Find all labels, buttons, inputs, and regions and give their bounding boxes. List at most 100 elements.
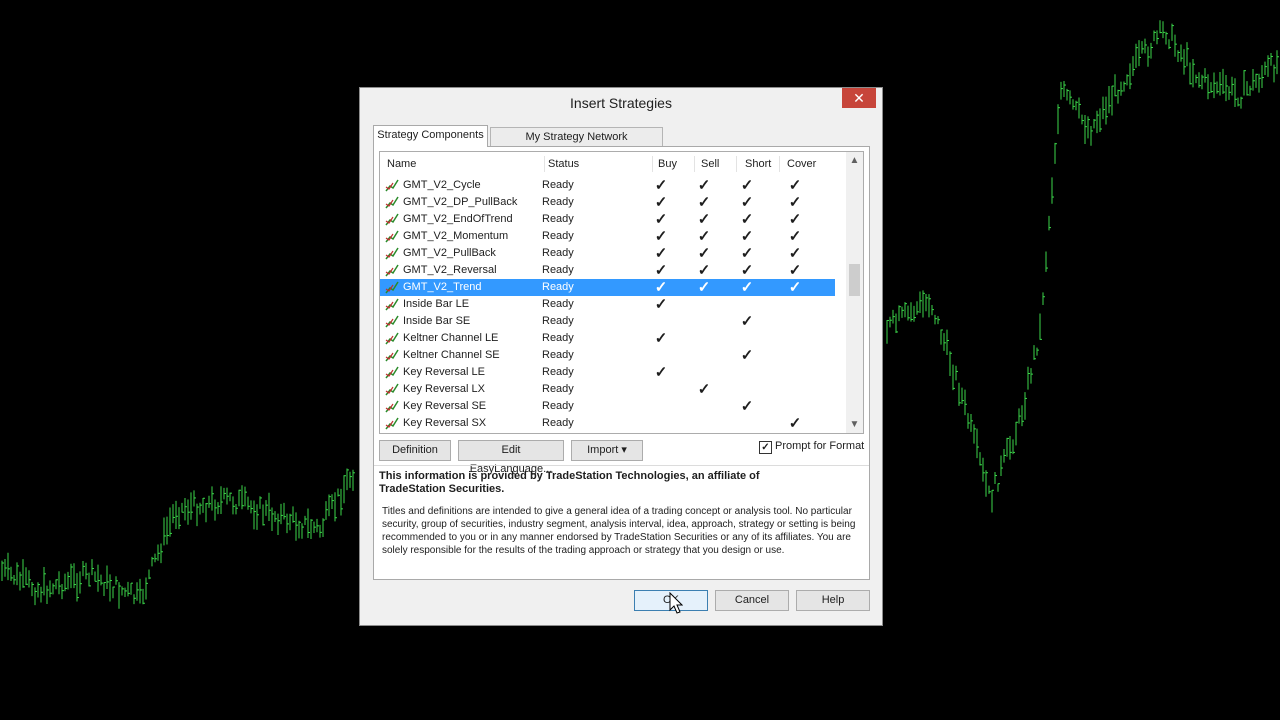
edit-easylanguage-button[interactable]: Edit EasyLanguage...	[458, 440, 564, 475]
buy-check-icon: ✓	[654, 245, 668, 262]
short-check-icon: ✓	[740, 347, 754, 364]
buy-check-icon: ✓	[654, 211, 668, 228]
strategy-name: Keltner Channel LE	[403, 332, 499, 344]
strategy-chart-icon	[385, 383, 399, 396]
sell-check-icon: ✓	[697, 245, 711, 262]
column-short[interactable]: Short	[745, 158, 771, 170]
strategy-chart-icon	[385, 264, 399, 277]
table-row[interactable]: GMT_V2_Cycle Ready ✓ ✓ ✓ ✓	[380, 177, 835, 194]
insert-strategies-dialog: Insert Strategies ✕ Strategy Components …	[359, 87, 883, 626]
tab-my-strategy-network-subscriptions[interactable]: My Strategy Network Subscriptions	[490, 127, 663, 162]
strategy-status: Ready	[542, 332, 574, 344]
short-check-icon: ✓	[740, 211, 754, 228]
buy-check-icon: ✓	[654, 262, 668, 279]
strategy-name: GMT_V2_Reversal	[403, 264, 497, 276]
strategy-chart-icon	[385, 400, 399, 413]
cover-check-icon: ✓	[788, 228, 802, 245]
sell-check-icon: ✓	[697, 262, 711, 279]
strategy-name: Inside Bar LE	[403, 298, 470, 310]
column-cover[interactable]: Cover	[787, 158, 816, 170]
column-sell[interactable]: Sell	[701, 158, 719, 170]
prompt-for-format-label: Prompt for Format	[775, 440, 865, 452]
short-check-icon: ✓	[740, 177, 754, 194]
column-name[interactable]: Name	[387, 158, 416, 170]
cover-check-icon: ✓	[788, 262, 802, 279]
sell-check-icon: ✓	[697, 194, 711, 211]
table-row[interactable]: Key Reversal LE Ready ✓	[380, 364, 835, 381]
strategy-name: Key Reversal SE	[403, 400, 487, 412]
list-scrollbar[interactable]: ▲ ▼	[846, 152, 863, 433]
strategy-chart-icon	[385, 349, 399, 362]
strategy-status: Ready	[542, 213, 574, 225]
table-row[interactable]: Key Reversal LX Ready ✓	[380, 381, 835, 398]
table-row[interactable]: GMT_V2_EndOfTrend Ready ✓ ✓ ✓ ✓	[380, 211, 835, 228]
list-header: Name Status Buy Sell Short Cover	[380, 152, 846, 176]
cover-check-icon: ✓	[788, 211, 802, 228]
dialog-title: Insert Strategies	[570, 95, 672, 111]
short-check-icon: ✓	[740, 313, 754, 330]
strategy-chart-icon	[385, 281, 399, 294]
strategy-chart-icon	[385, 332, 399, 345]
table-row[interactable]: GMT_V2_Momentum Ready ✓ ✓ ✓ ✓	[380, 228, 835, 245]
mouse-pointer-icon	[669, 592, 683, 614]
title-bar[interactable]: Insert Strategies ✕	[360, 88, 882, 118]
strategy-status: Ready	[542, 179, 574, 191]
help-button[interactable]: Help	[796, 590, 870, 611]
strategy-status: Ready	[542, 247, 574, 259]
sell-check-icon: ✓	[697, 228, 711, 245]
strategy-components-panel: Name Status Buy Sell Short Cover GMT_V2_…	[373, 146, 870, 580]
scroll-up-arrow-icon[interactable]: ▲	[846, 152, 863, 169]
tab-strategy-components[interactable]: Strategy Components	[373, 125, 488, 147]
table-row[interactable]: Inside Bar SE Ready ✓	[380, 313, 835, 330]
checkbox-check-icon[interactable]: ✓	[759, 441, 772, 454]
strategy-chart-icon	[385, 298, 399, 311]
strategy-status: Ready	[542, 366, 574, 378]
cover-check-icon: ✓	[788, 279, 802, 296]
table-row[interactable]: GMT_V2_PullBack Ready ✓ ✓ ✓ ✓	[380, 245, 835, 262]
column-buy[interactable]: Buy	[658, 158, 677, 170]
table-row[interactable]: GMT_V2_Trend Ready ✓ ✓ ✓ ✓	[380, 279, 835, 296]
strategy-status: Ready	[542, 349, 574, 361]
scroll-thumb[interactable]	[849, 264, 860, 296]
strategy-status: Ready	[542, 281, 574, 293]
short-check-icon: ✓	[740, 194, 754, 211]
strategy-status: Ready	[542, 196, 574, 208]
cover-check-icon: ✓	[788, 415, 802, 432]
buy-check-icon: ✓	[654, 296, 668, 313]
strategy-chart-icon	[385, 315, 399, 328]
close-button[interactable]: ✕	[842, 88, 876, 108]
table-row[interactable]: Key Reversal SE Ready ✓	[380, 398, 835, 415]
strategy-name: GMT_V2_DP_PullBack	[403, 196, 518, 208]
short-check-icon: ✓	[740, 279, 754, 296]
strategy-info-panel: This information is provided by TradeSta…	[374, 465, 869, 580]
strategy-chart-icon	[385, 247, 399, 260]
short-check-icon: ✓	[740, 262, 754, 279]
cancel-button[interactable]: Cancel	[715, 590, 789, 611]
buy-check-icon: ✓	[654, 364, 668, 381]
scroll-down-arrow-icon[interactable]: ▼	[846, 416, 863, 433]
table-row[interactable]: Keltner Channel SE Ready ✓	[380, 347, 835, 364]
table-row[interactable]: Key Reversal SX Ready ✓	[380, 415, 835, 432]
table-row[interactable]: GMT_V2_Reversal Ready ✓ ✓ ✓ ✓	[380, 262, 835, 279]
strategy-name: Keltner Channel SE	[403, 349, 500, 361]
info-heading: This information is provided by TradeSta…	[379, 470, 760, 495]
sell-check-icon: ✓	[697, 177, 711, 194]
table-row[interactable]: Keltner Channel LE Ready ✓	[380, 330, 835, 347]
buy-check-icon: ✓	[654, 228, 668, 245]
column-status[interactable]: Status	[548, 158, 579, 170]
definition-button[interactable]: Definition	[379, 440, 451, 461]
strategy-status: Ready	[542, 400, 574, 412]
strategy-name: GMT_V2_Momentum	[403, 230, 509, 242]
cover-check-icon: ✓	[788, 194, 802, 211]
buy-check-icon: ✓	[654, 279, 668, 296]
import-button[interactable]: Import ▾	[571, 440, 643, 461]
table-row[interactable]: Inside Bar LE Ready ✓	[380, 296, 835, 313]
strategy-name: Key Reversal LE	[403, 366, 485, 378]
table-row[interactable]: GMT_V2_DP_PullBack Ready ✓ ✓ ✓ ✓	[380, 194, 835, 211]
strategy-name: GMT_V2_Trend	[403, 281, 482, 293]
buy-check-icon: ✓	[654, 177, 668, 194]
buy-check-icon: ✓	[654, 194, 668, 211]
strategy-name: GMT_V2_EndOfTrend	[403, 213, 513, 225]
strategy-name: Key Reversal SX	[403, 417, 487, 429]
strategy-list[interactable]: Name Status Buy Sell Short Cover GMT_V2_…	[379, 151, 864, 434]
